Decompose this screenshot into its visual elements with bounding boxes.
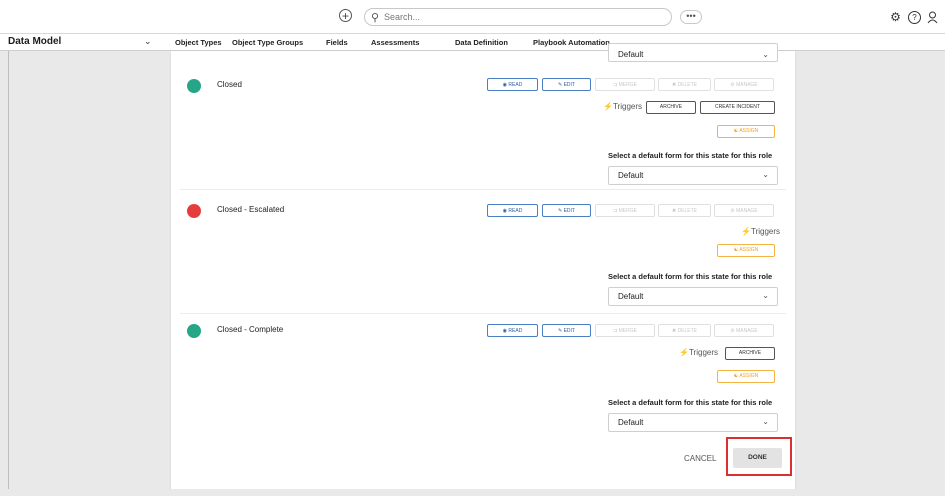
merge-permission-button[interactable]: ⇉ MERGE [595,204,655,217]
manage-permission-button[interactable]: ⚙ MANAGE [714,78,774,91]
pencil-icon: ✎ [558,328,563,334]
state-color-dot [187,204,201,218]
delete-permission-button[interactable]: ✖ DELETE [658,78,711,91]
nav-data-definition[interactable]: Data Definition [455,38,508,47]
nav-playbook-automation[interactable]: Playbook Automation [533,38,610,47]
nav-assessments[interactable]: Assessments [371,38,419,47]
top-bar: + ⚲ Search... ••• ⚙ ? [0,0,945,34]
default-form-select[interactable]: Default ⌄ [608,413,778,432]
gear-icon: ⚙ [730,328,735,334]
add-user-icon: ☯ [733,373,739,379]
default-form-label: Select a default form for this state for… [608,272,773,281]
left-border [8,51,9,496]
edit-permission-button[interactable]: ✎ EDIT [542,324,591,337]
eye-icon: ◉ [502,208,508,214]
help-icon[interactable]: ? [908,11,921,24]
merge-icon: ⇉ [613,328,618,334]
triggers-label: ⚡Triggers [603,102,643,111]
assign-button[interactable]: ☯ ASSIGN [717,125,775,138]
state-name: Closed [217,80,242,89]
chevron-down-icon: ⌄ [762,417,769,426]
nav-fields[interactable]: Fields [326,38,348,47]
default-form-select[interactable]: Default ⌄ [608,166,778,185]
assign-button[interactable]: ☯ ASSIGN [717,370,775,383]
chevron-down-icon[interactable]: ⌄ [144,36,152,47]
chevron-down-icon: ⌄ [762,50,769,59]
nav-bar: Data Model ⌄ Object Types Object Type Gr… [0,34,945,51]
read-permission-button[interactable]: ◉ READ [487,78,538,91]
bolt-icon: ⚡ [603,102,613,111]
eye-icon: ◉ [502,328,508,334]
assign-button[interactable]: ☯ ASSIGN [717,244,775,257]
trash-icon: ✖ [671,208,677,214]
workflow-states-panel: Default ⌄ Closed ◉ READ ✎ EDIT ⇉ MERGE ✖… [171,43,795,489]
merge-icon: ⇉ [613,208,618,214]
user-icon[interactable] [926,11,939,24]
trash-icon: ✖ [671,328,677,334]
delete-permission-button[interactable]: ✖ DELETE [658,204,711,217]
search-icon: ⚲ [371,12,380,24]
chevron-down-icon: ⌄ [762,170,769,179]
default-form-select[interactable]: Default ⌄ [608,43,778,62]
bolt-icon: ⚡ [679,348,689,357]
state-color-dot [187,324,201,338]
eye-icon: ◉ [502,82,508,88]
edit-permission-button[interactable]: ✎ EDIT [542,204,591,217]
add-user-icon: ☯ [733,128,739,134]
state-name: Closed - Escalated [217,205,285,214]
trigger-archive-button[interactable]: ARCHIVE [725,347,775,360]
page-bottom [0,489,945,496]
data-model-menu[interactable]: Data Model [8,36,61,47]
done-button[interactable]: DONE [733,448,782,468]
nav-object-type-groups[interactable]: Object Type Groups [232,38,303,47]
plus-circle-icon[interactable]: + [339,9,352,22]
chevron-down-icon: ⌄ [762,291,769,300]
default-form-select[interactable]: Default ⌄ [608,287,778,306]
bolt-icon: ⚡ [741,227,751,236]
trigger-archive-button[interactable]: ARCHIVE [646,101,696,114]
trigger-create-incident-button[interactable]: CREATE INCIDENT [700,101,775,114]
default-form-label: Select a default form for this state for… [608,151,773,160]
divider [180,189,786,190]
more-options-button[interactable]: ••• [680,10,702,24]
search-placeholder: Search... [384,12,421,22]
merge-icon: ⇉ [613,82,618,88]
divider [180,313,786,314]
delete-permission-button[interactable]: ✖ DELETE [658,324,711,337]
pencil-icon: ✎ [558,82,563,88]
state-name: Closed - Complete [217,325,284,334]
default-form-label: Select a default form for this state for… [608,398,773,407]
gear-icon: ⚙ [730,208,735,214]
manage-permission-button[interactable]: ⚙ MANAGE [714,204,774,217]
nav-object-types[interactable]: Object Types [175,38,222,47]
triggers-label: ⚡Triggers [679,348,719,357]
search-input[interactable]: ⚲ Search... [364,8,672,26]
state-color-dot [187,79,201,93]
gear-icon: ⚙ [730,82,735,88]
trash-icon: ✖ [671,82,677,88]
pencil-icon: ✎ [558,208,563,214]
cancel-button[interactable]: CANCEL [684,454,716,463]
read-permission-button[interactable]: ◉ READ [487,324,538,337]
merge-permission-button[interactable]: ⇉ MERGE [595,324,655,337]
triggers-label: ⚡Triggers [741,227,781,236]
manage-permission-button[interactable]: ⚙ MANAGE [714,324,774,337]
gear-icon[interactable]: ⚙ [889,11,902,24]
add-user-icon: ☯ [733,247,739,253]
merge-permission-button[interactable]: ⇉ MERGE [595,78,655,91]
read-permission-button[interactable]: ◉ READ [487,204,538,217]
edit-permission-button[interactable]: ✎ EDIT [542,78,591,91]
